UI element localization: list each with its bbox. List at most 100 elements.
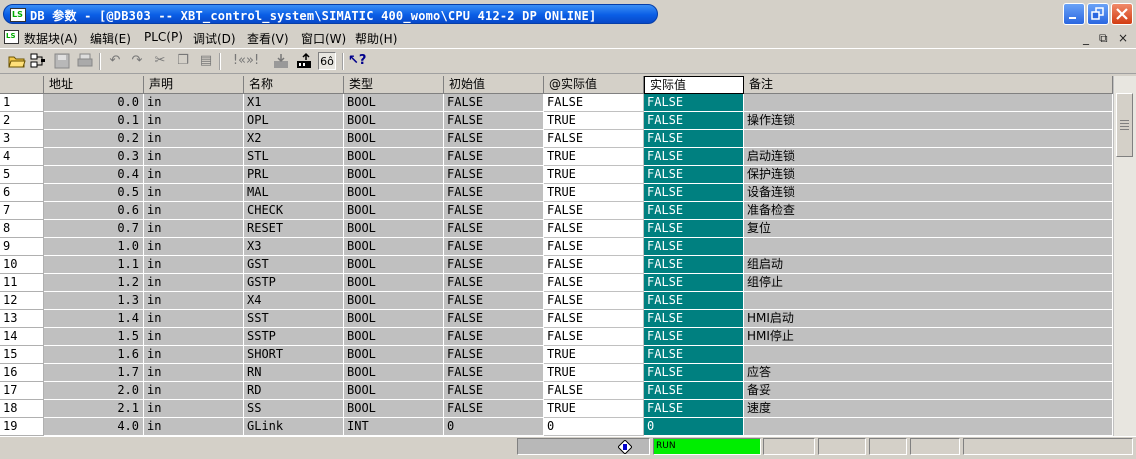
cell-address[interactable]: 1.3: [44, 292, 144, 310]
cell-address[interactable]: 2.0: [44, 382, 144, 400]
cell-actual-value[interactable]: FALSE: [644, 346, 744, 364]
cell-at-actual-value[interactable]: FALSE: [544, 94, 644, 112]
cell-address[interactable]: 0.2: [44, 130, 144, 148]
cell-comment[interactable]: [744, 94, 1113, 112]
menu-data-block[interactable]: 数据块(A): [24, 30, 78, 47]
cell-initial-value[interactable]: FALSE: [444, 364, 544, 382]
menu-view[interactable]: 查看(V): [247, 30, 289, 47]
cell-initial-value[interactable]: FALSE: [444, 202, 544, 220]
cell-name[interactable]: RD: [244, 382, 344, 400]
cell-type[interactable]: BOOL: [344, 382, 444, 400]
cell-address[interactable]: 1.1: [44, 256, 144, 274]
cell-initial-value[interactable]: FALSE: [444, 184, 544, 202]
cell-type[interactable]: BOOL: [344, 184, 444, 202]
column-header-comment[interactable]: 备注: [744, 76, 1113, 94]
table-row[interactable]: 11 1.2 in GSTP BOOL FALSE FALSE FALSE 组停止: [0, 274, 1113, 292]
cell-address[interactable]: 0.1: [44, 112, 144, 130]
cell-name[interactable]: SHORT: [244, 346, 344, 364]
cell-comment[interactable]: 复位: [744, 220, 1113, 238]
cell-at-actual-value[interactable]: TRUE: [544, 364, 644, 382]
cell-at-actual-value[interactable]: TRUE: [544, 184, 644, 202]
cell-name[interactable]: CHECK: [244, 202, 344, 220]
cell-initial-value[interactable]: FALSE: [444, 274, 544, 292]
redo-icon[interactable]: ↷: [128, 52, 146, 70]
cell-comment[interactable]: [744, 346, 1113, 364]
mdi-restore-button[interactable]: ⧉: [1099, 31, 1108, 46]
cell-declaration[interactable]: in: [144, 94, 244, 112]
cell-name[interactable]: GST: [244, 256, 344, 274]
cell-actual-value[interactable]: FALSE: [644, 184, 744, 202]
cell-type[interactable]: BOOL: [344, 166, 444, 184]
cell-initial-value[interactable]: FALSE: [444, 292, 544, 310]
cell-comment[interactable]: 保护连锁: [744, 166, 1113, 184]
cell-name[interactable]: SST: [244, 310, 344, 328]
cell-type[interactable]: BOOL: [344, 130, 444, 148]
cell-address[interactable]: 1.0: [44, 238, 144, 256]
cell-initial-value[interactable]: FALSE: [444, 148, 544, 166]
cell-name[interactable]: STL: [244, 148, 344, 166]
cell-actual-value[interactable]: FALSE: [644, 148, 744, 166]
cell-actual-value[interactable]: FALSE: [644, 400, 744, 418]
cell-type[interactable]: INT: [344, 418, 444, 436]
cell-comment[interactable]: 备妥: [744, 382, 1113, 400]
cell-actual-value[interactable]: FALSE: [644, 310, 744, 328]
cell-initial-value[interactable]: FALSE: [444, 346, 544, 364]
column-header-declaration[interactable]: 声明: [144, 76, 244, 94]
cell-type[interactable]: BOOL: [344, 274, 444, 292]
cell-at-actual-value[interactable]: TRUE: [544, 148, 644, 166]
cell-at-actual-value[interactable]: TRUE: [544, 400, 644, 418]
cell-actual-value[interactable]: FALSE: [644, 328, 744, 346]
cell-declaration[interactable]: in: [144, 202, 244, 220]
cell-initial-value[interactable]: 0: [444, 418, 544, 436]
cell-comment[interactable]: 组启动: [744, 256, 1113, 274]
table-row[interactable]: 1 0.0 in X1 BOOL FALSE FALSE FALSE: [0, 94, 1113, 112]
cell-type[interactable]: BOOL: [344, 328, 444, 346]
network-icon[interactable]: [29, 52, 47, 70]
table-row[interactable]: 3 0.2 in X2 BOOL FALSE FALSE FALSE: [0, 130, 1113, 148]
cell-actual-value[interactable]: FALSE: [644, 292, 744, 310]
table-row[interactable]: 13 1.4 in SST BOOL FALSE FALSE FALSE HMI启动: [0, 310, 1113, 328]
cell-type[interactable]: BOOL: [344, 220, 444, 238]
cell-declaration[interactable]: in: [144, 256, 244, 274]
cell-address[interactable]: 1.4: [44, 310, 144, 328]
close-button[interactable]: [1111, 3, 1133, 25]
cell-declaration[interactable]: in: [144, 112, 244, 130]
cell-initial-value[interactable]: FALSE: [444, 310, 544, 328]
cell-declaration[interactable]: in: [144, 400, 244, 418]
cell-declaration[interactable]: in: [144, 238, 244, 256]
cell-actual-value[interactable]: FALSE: [644, 202, 744, 220]
print-icon[interactable]: [76, 52, 94, 70]
cell-initial-value[interactable]: FALSE: [444, 112, 544, 130]
cell-at-actual-value[interactable]: 0: [544, 418, 644, 436]
menu-debug[interactable]: 调试(D): [193, 30, 236, 47]
cell-at-actual-value[interactable]: TRUE: [544, 166, 644, 184]
app-icon[interactable]: LS: [10, 8, 26, 22]
table-row[interactable]: 18 2.1 in SS BOOL FALSE TRUE FALSE 速度: [0, 400, 1113, 418]
table-row[interactable]: 8 0.7 in RESET BOOL FALSE FALSE FALSE 复位: [0, 220, 1113, 238]
cell-name[interactable]: SS: [244, 400, 344, 418]
table-row[interactable]: 16 1.7 in RN BOOL FALSE TRUE FALSE 应答: [0, 364, 1113, 382]
cell-actual-value[interactable]: FALSE: [644, 220, 744, 238]
cell-type[interactable]: BOOL: [344, 94, 444, 112]
cell-address[interactable]: 0.0: [44, 94, 144, 112]
cell-declaration[interactable]: in: [144, 418, 244, 436]
table-row[interactable]: 15 1.6 in SHORT BOOL FALSE TRUE FALSE: [0, 346, 1113, 364]
cell-type[interactable]: BOOL: [344, 364, 444, 382]
cell-at-actual-value[interactable]: TRUE: [544, 112, 644, 130]
cell-name[interactable]: GLink: [244, 418, 344, 436]
cell-actual-value[interactable]: FALSE: [644, 382, 744, 400]
cell-declaration[interactable]: in: [144, 382, 244, 400]
column-header-name[interactable]: 名称: [244, 76, 344, 94]
column-header-initial-value[interactable]: 初始值: [444, 76, 544, 94]
paste-icon[interactable]: ▤: [197, 52, 215, 70]
cell-declaration[interactable]: in: [144, 220, 244, 238]
cell-initial-value[interactable]: FALSE: [444, 328, 544, 346]
cell-comment[interactable]: 组停止: [744, 274, 1113, 292]
cell-at-actual-value[interactable]: TRUE: [544, 346, 644, 364]
context-help-icon[interactable]: ↖?: [348, 52, 366, 70]
cell-name[interactable]: X4: [244, 292, 344, 310]
cell-initial-value[interactable]: FALSE: [444, 166, 544, 184]
breakpoint-nav-icon[interactable]: !«»!: [228, 52, 264, 70]
cell-comment[interactable]: 启动连锁: [744, 148, 1113, 166]
cell-declaration[interactable]: in: [144, 148, 244, 166]
